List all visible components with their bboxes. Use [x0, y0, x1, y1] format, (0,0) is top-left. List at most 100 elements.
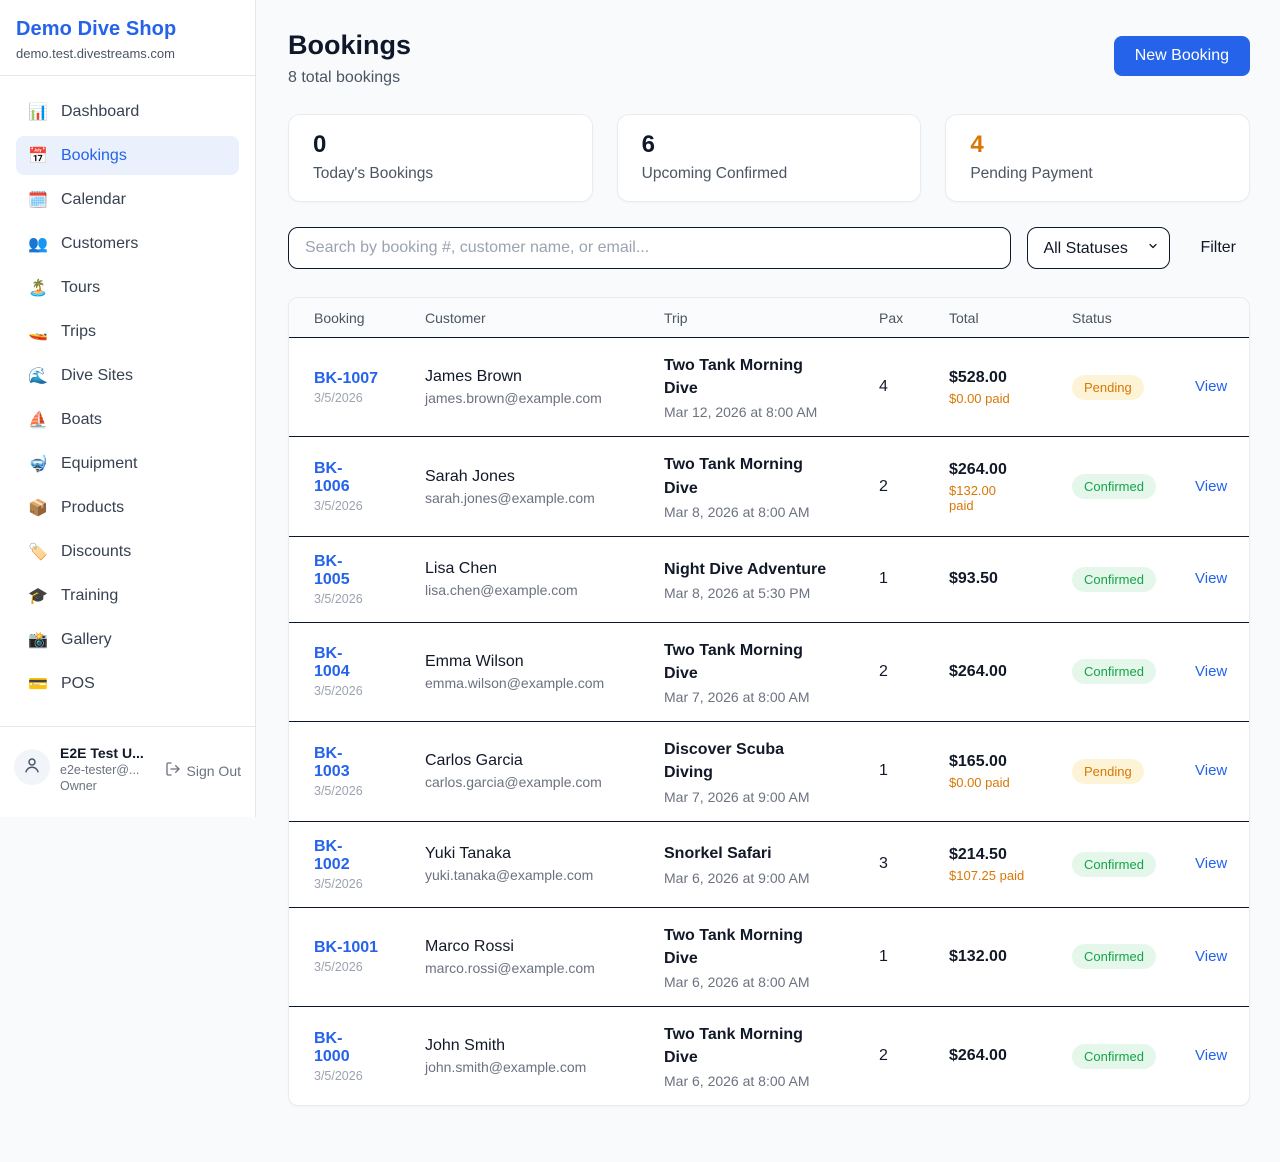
trip-datetime: Mar 7, 2026 at 9:00 AM [664, 789, 871, 805]
bar-chart-icon: 📊 [28, 102, 48, 122]
trip-datetime: Mar 6, 2026 at 8:00 AM [664, 1073, 871, 1089]
customer-name: Carlos Garcia [425, 752, 656, 770]
stat-value: 0 [313, 131, 568, 159]
booking-id-link[interactable]: BK-1003 [314, 745, 362, 781]
user-meta: E2E Test U... e2e-tester@... Owner [60, 745, 155, 793]
sidebar-item-customers[interactable]: 👥 Customers [16, 224, 239, 263]
booking-date: 3/5/2026 [314, 391, 417, 405]
customer-email: lisa.chen@example.com [425, 582, 656, 598]
pax-count: 2 [879, 1006, 949, 1105]
booking-id-link[interactable]: BK-1002 [314, 838, 362, 874]
paid-amount: $0.00 paid [949, 775, 1064, 790]
status-badge: Pending [1072, 375, 1144, 400]
customer-email: carlos.garcia@example.com [425, 774, 656, 790]
total-amount: $264.00 [949, 461, 1064, 479]
filter-button[interactable]: Filter [1186, 231, 1250, 265]
sidebar-user-section: E2E Test U... e2e-tester@... Owner Sign … [0, 726, 255, 817]
graduation-cap-icon: 🎓 [28, 586, 48, 606]
sign-out-button[interactable]: Sign Out [165, 761, 241, 780]
credit-card-icon: 💳 [28, 674, 48, 694]
sidebar-item-gallery[interactable]: 📸 Gallery [16, 620, 239, 659]
view-link[interactable]: View [1195, 948, 1227, 965]
view-link[interactable]: View [1195, 855, 1227, 872]
customer-email: sarah.jones@example.com [425, 490, 656, 506]
total-amount: $165.00 [949, 753, 1064, 771]
avatar [14, 749, 50, 785]
table-row: BK-1002 3/5/2026 Yuki Tanaka yuki.tanaka… [289, 821, 1249, 907]
bookings-table-card: Booking Customer Trip Pax Total Status B… [288, 297, 1250, 1106]
view-link[interactable]: View [1195, 663, 1227, 680]
col-header-status: Status [1072, 298, 1195, 338]
new-booking-button[interactable]: New Booking [1114, 36, 1250, 76]
booking-id-link[interactable]: BK-1000 [314, 1030, 362, 1066]
sidebar-item-boats[interactable]: ⛵ Boats [16, 400, 239, 439]
spiral-calendar-icon: 🗓️ [28, 190, 48, 210]
pax-count: 4 [879, 338, 949, 437]
view-link[interactable]: View [1195, 478, 1227, 495]
booking-id-link[interactable]: BK-1006 [314, 460, 362, 496]
sidebar-item-products[interactable]: 📦 Products [16, 488, 239, 527]
view-link[interactable]: View [1195, 1047, 1227, 1064]
sidebar-header: Demo Dive Shop demo.test.divestreams.com [0, 0, 255, 76]
customer-email: emma.wilson@example.com [425, 675, 656, 691]
status-badge: Pending [1072, 759, 1144, 784]
pax-count: 1 [879, 722, 949, 821]
booking-date: 3/5/2026 [314, 499, 417, 513]
booking-id-link[interactable]: BK-1007 [314, 370, 378, 388]
user-role: Owner [60, 779, 155, 793]
total-amount: $132.00 [949, 948, 1064, 966]
sign-out-label: Sign Out [187, 763, 241, 779]
pax-count: 1 [879, 536, 949, 622]
sidebar-item-equipment[interactable]: 🤿 Equipment [16, 444, 239, 483]
booking-id-link[interactable]: BK-1004 [314, 645, 362, 681]
sidebar-item-bookings[interactable]: 📅 Bookings [16, 136, 239, 175]
sidebar-item-discounts[interactable]: 🏷️ Discounts [16, 532, 239, 571]
package-icon: 📦 [28, 498, 48, 518]
pax-count: 2 [879, 622, 949, 721]
sidebar-item-training[interactable]: 🎓 Training [16, 576, 239, 615]
trip-datetime: Mar 12, 2026 at 8:00 AM [664, 404, 871, 420]
pax-count: 2 [879, 437, 949, 536]
view-link[interactable]: View [1195, 378, 1227, 395]
trip-name: Two Tank Morning Dive [664, 639, 836, 685]
status-badge: Confirmed [1072, 474, 1156, 499]
page-header: Bookings 8 total bookings New Booking [288, 30, 1250, 87]
trip-name: Discover Scuba Diving [664, 738, 836, 784]
customer-name: Marco Rossi [425, 938, 656, 956]
main-content: Bookings 8 total bookings New Booking 0 … [256, 0, 1280, 1136]
view-link[interactable]: View [1195, 762, 1227, 779]
status-badge: Confirmed [1072, 852, 1156, 877]
trip-datetime: Mar 7, 2026 at 8:00 AM [664, 689, 871, 705]
status-select[interactable]: All Statuses [1027, 227, 1170, 269]
pax-count: 3 [879, 821, 949, 907]
speedboat-icon: 🚤 [28, 322, 48, 342]
people-icon: 👥 [28, 234, 48, 254]
sidebar-item-pos[interactable]: 💳 POS [16, 664, 239, 703]
view-link[interactable]: View [1195, 570, 1227, 587]
diving-mask-icon: 🤿 [28, 454, 48, 474]
stat-label: Pending Payment [970, 165, 1225, 183]
table-row: BK-1001 3/5/2026 Marco Rossi marco.rossi… [289, 907, 1249, 1006]
table-header: Booking Customer Trip Pax Total Status [289, 298, 1249, 338]
customer-name: Sarah Jones [425, 468, 656, 486]
stat-card-todays-bookings: 0 Today's Bookings [288, 114, 593, 202]
sidebar-item-dashboard[interactable]: 📊 Dashboard [16, 92, 239, 131]
search-input[interactable] [288, 227, 1011, 269]
status-badge: Confirmed [1072, 944, 1156, 969]
booking-id-link[interactable]: BK-1001 [314, 939, 378, 957]
table-row: BK-1007 3/5/2026 James Brown james.brown… [289, 338, 1249, 437]
sidebar-item-tours[interactable]: 🏝️ Tours [16, 268, 239, 307]
booking-id-link[interactable]: BK-1005 [314, 553, 362, 589]
sidebar: Demo Dive Shop demo.test.divestreams.com… [0, 0, 256, 817]
status-badge: Confirmed [1072, 659, 1156, 684]
col-header-pax: Pax [879, 298, 949, 338]
stat-card-upcoming-confirmed: 6 Upcoming Confirmed [617, 114, 922, 202]
sidebar-item-dive-sites[interactable]: 🌊 Dive Sites [16, 356, 239, 395]
stat-label: Today's Bookings [313, 165, 568, 183]
filter-row: All Statuses Filter [288, 227, 1250, 269]
trip-datetime: Mar 8, 2026 at 8:00 AM [664, 504, 871, 520]
booking-date: 3/5/2026 [314, 684, 417, 698]
col-header-trip: Trip [664, 298, 879, 338]
sidebar-item-calendar[interactable]: 🗓️ Calendar [16, 180, 239, 219]
sidebar-item-trips[interactable]: 🚤 Trips [16, 312, 239, 351]
